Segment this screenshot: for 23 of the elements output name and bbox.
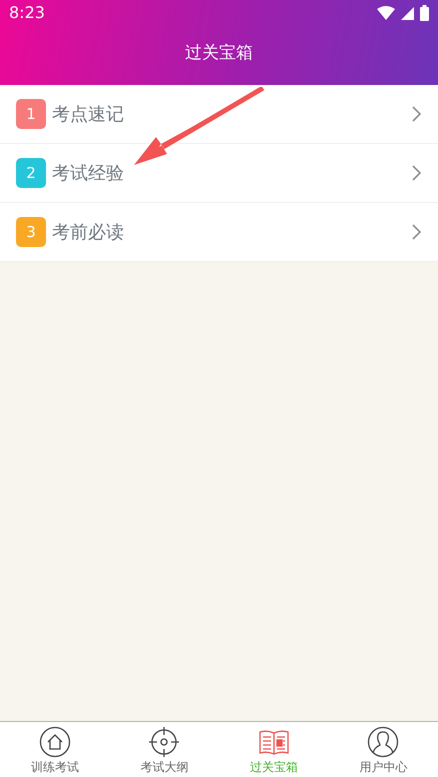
chevron-right-icon bbox=[412, 165, 422, 181]
page-title: 过关宝箱 bbox=[185, 42, 253, 65]
item-label: 考前必读 bbox=[52, 220, 125, 244]
nav-tab[interactable]: 考试大纲 bbox=[110, 722, 219, 777]
number-badge: 3 bbox=[16, 217, 46, 247]
number-badge: 1 bbox=[16, 99, 46, 129]
crosshair-icon bbox=[148, 726, 180, 758]
user-icon bbox=[367, 726, 400, 758]
menu-item[interactable]: 1 考点速记 bbox=[0, 85, 438, 144]
home-icon bbox=[38, 726, 71, 758]
battery-icon bbox=[420, 5, 429, 21]
item-label: 考点速记 bbox=[52, 102, 125, 126]
status-time: 8:23 bbox=[9, 2, 45, 24]
signal-icon bbox=[401, 6, 414, 20]
nav-tab[interactable]: 过关宝箱 bbox=[219, 722, 328, 777]
nav-tab[interactable]: 用户中心 bbox=[328, 722, 438, 777]
item-label: 考试经验 bbox=[52, 162, 125, 186]
number-badge: 2 bbox=[16, 158, 46, 188]
menu-item[interactable]: 3 考前必读 bbox=[0, 203, 438, 262]
chevron-right-icon bbox=[412, 106, 422, 122]
wifi-icon bbox=[377, 6, 395, 20]
chevron-right-icon bbox=[412, 224, 422, 240]
nav-tab[interactable]: 训练考试 bbox=[0, 722, 110, 777]
